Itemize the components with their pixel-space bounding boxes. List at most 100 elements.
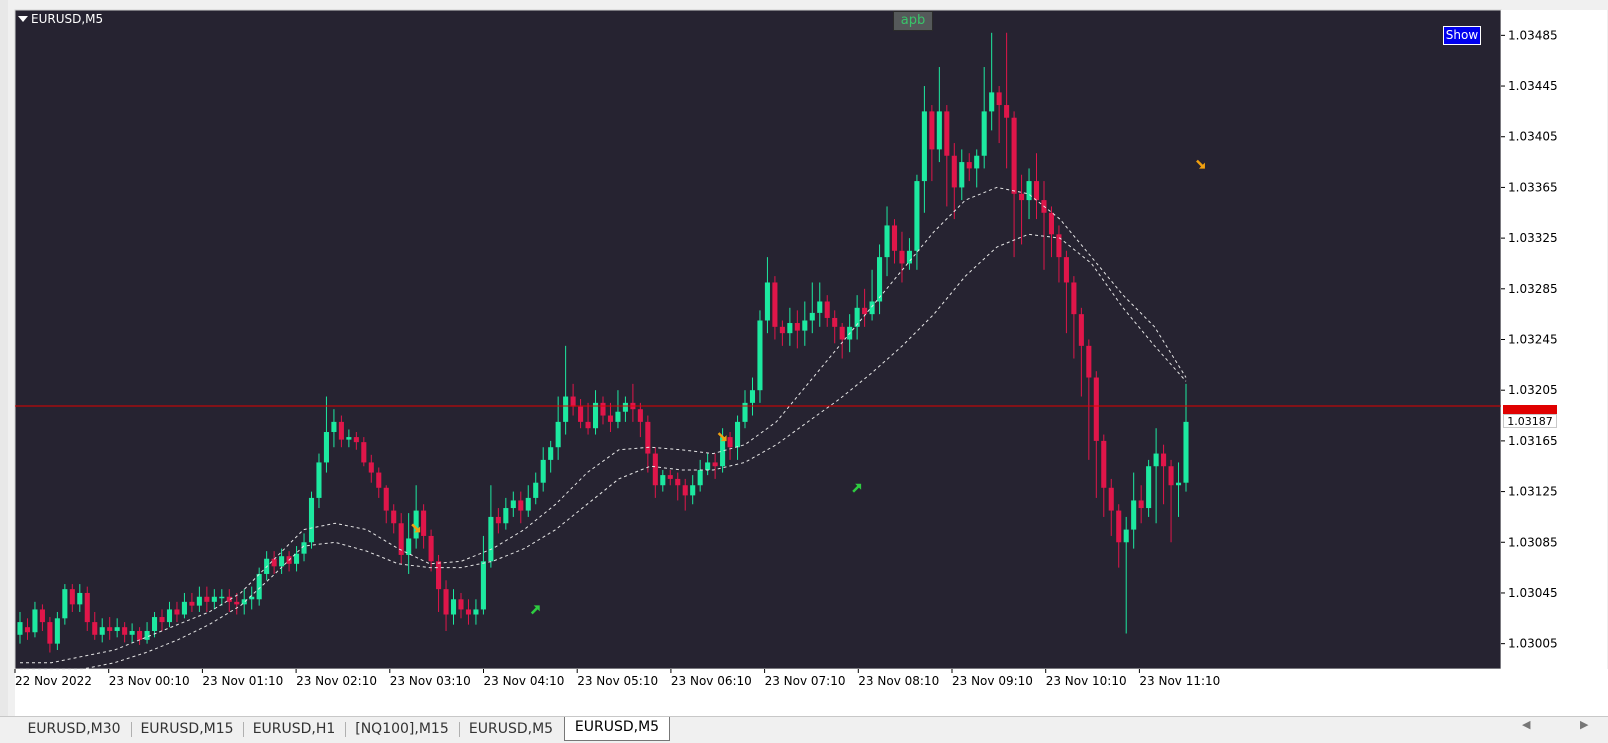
candle-body [622, 402, 628, 412]
candle-body [1078, 314, 1084, 346]
candle-body [331, 421, 337, 433]
candle-body [563, 396, 569, 422]
candle-body [1116, 510, 1122, 543]
candle-body [308, 497, 315, 543]
candle-body [637, 409, 643, 422]
candle-body [540, 459, 546, 483]
candle-body [772, 282, 778, 327]
candle-body [951, 155, 957, 188]
candle-body [600, 402, 606, 416]
tabs-scroll-left-icon[interactable]: ◀ [1522, 718, 1530, 731]
candle-body [39, 609, 45, 623]
candle-body [323, 432, 329, 463]
price-tick-label: 1.03365 [1508, 180, 1558, 194]
candle-body [1123, 529, 1129, 543]
time-tick-label: 23 Nov 08:10 [858, 674, 939, 688]
candle-body [1093, 377, 1099, 441]
tab-eurusd-m5-active[interactable]: EURUSD,M5 [564, 717, 670, 741]
tab-eurusd-h1[interactable]: EURUSD,H1 [244, 719, 344, 740]
candle-body [974, 155, 980, 169]
tab-eurusd-m30[interactable]: EURUSD,M30 [18, 719, 130, 740]
chart-tab-bar: EURUSD,M30 EURUSD,M15 EURUSD,H1 [NQ100],… [0, 716, 1608, 743]
candle-body [607, 415, 614, 422]
candle-body [204, 596, 210, 602]
candle-body [503, 508, 509, 524]
candle-body [32, 609, 38, 633]
candle-body [1004, 105, 1010, 118]
candle-body [869, 301, 875, 315]
candle-body [1175, 482, 1182, 486]
candle-body [159, 617, 165, 623]
price-tick-label: 1.03085 [1508, 535, 1558, 549]
candle-body [1161, 453, 1167, 467]
indicator-badge[interactable]: apb [893, 11, 933, 31]
time-tick-label: 23 Nov 01:10 [202, 674, 283, 688]
candle-body [727, 437, 733, 448]
time-tick-label: 23 Nov 11:10 [1139, 674, 1220, 688]
candle-body [196, 596, 202, 606]
candle-body [824, 301, 830, 318]
candle-body [62, 589, 68, 619]
tab-nq100-m15[interactable]: [NQ100],M15 [346, 719, 458, 740]
symbol-label[interactable]: EURUSD,M5 [31, 12, 103, 26]
candle-body [151, 617, 158, 631]
time-tick-label: 23 Nov 10:10 [1046, 674, 1127, 688]
candle-body [1048, 212, 1055, 235]
time-tick-label: 22 Nov 2022 [15, 674, 92, 688]
candle-body [525, 497, 531, 511]
candle-body [488, 516, 494, 562]
candle-body [1019, 193, 1025, 201]
candle-body [47, 622, 53, 644]
candle-body [211, 596, 217, 602]
candle-body [570, 396, 576, 407]
candle-body [353, 437, 359, 443]
candle-body [697, 470, 703, 486]
tab-eurusd-m5[interactable]: EURUSD,M5 [460, 719, 562, 740]
price-chart[interactable]: 1.03485 1.03445 1.03405 1.03365 1.03325 1.032… [0, 0, 1608, 716]
candle-body [54, 618, 60, 644]
candle-body [391, 510, 397, 524]
candle-body [533, 482, 539, 498]
time-tick-label: 23 Nov 07:10 [765, 674, 846, 688]
tab-eurusd-m15[interactable]: EURUSD,M15 [132, 719, 242, 740]
candle-body [712, 462, 718, 467]
candle-body [667, 475, 673, 479]
candle-body [966, 162, 972, 169]
candle-body [899, 250, 905, 264]
candle-body [906, 250, 912, 264]
symbol-menu-icon[interactable] [18, 16, 28, 22]
tabs-scroll-right-icon[interactable]: ▶ [1580, 718, 1588, 731]
candle-body [256, 573, 262, 600]
candle-body [166, 609, 173, 623]
candle-body [578, 406, 584, 422]
candle-body [518, 500, 524, 511]
candle-body [316, 462, 322, 498]
candle-body [675, 478, 681, 486]
candle-body [510, 500, 516, 509]
current-price-marker [1503, 405, 1557, 414]
candle-body [122, 627, 128, 635]
price-tick-label: 1.03325 [1508, 231, 1558, 245]
candle-body [1086, 345, 1092, 378]
price-tick-label: 1.03045 [1508, 586, 1558, 600]
candle-body [24, 627, 31, 633]
candle-body [989, 92, 995, 112]
candle-body [1026, 181, 1032, 201]
candle-body [548, 447, 554, 460]
candle-body [443, 589, 449, 615]
candle-body [1131, 500, 1137, 530]
candle-body [219, 596, 225, 599]
time-tick-label: 23 Nov 05:10 [577, 674, 658, 688]
chart-window[interactable]: 1.03485 1.03445 1.03405 1.03365 1.03325 1.032… [0, 0, 1608, 742]
candle-body [107, 627, 113, 631]
candle-body [1146, 466, 1152, 509]
candle-body [757, 320, 763, 391]
candle-body [17, 622, 23, 635]
candle-body [234, 601, 240, 605]
candle-body [174, 609, 180, 615]
candle-body [1011, 117, 1017, 194]
candle-body [787, 323, 793, 334]
candle-body [749, 390, 756, 403]
candle-body [996, 92, 1002, 106]
show-button[interactable]: Show [1443, 26, 1481, 45]
